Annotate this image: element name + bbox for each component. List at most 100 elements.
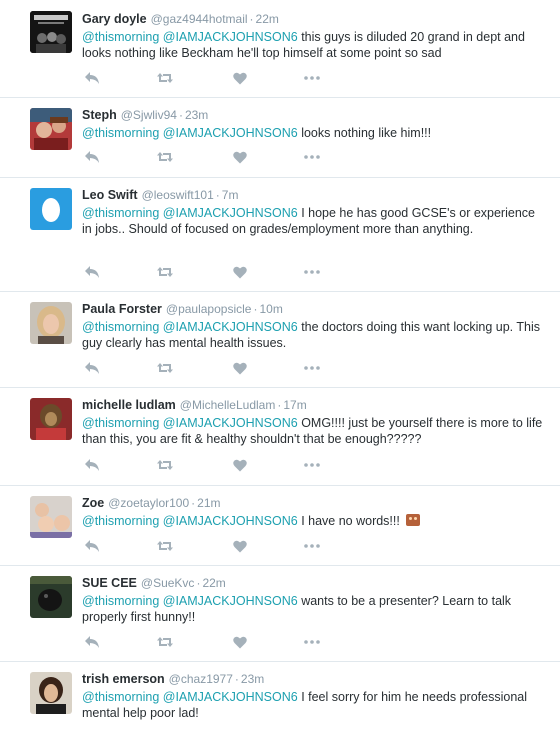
more-dots-icon[interactable] bbox=[302, 148, 322, 166]
reply-icon[interactable] bbox=[82, 456, 102, 474]
separator-dot: · bbox=[277, 398, 282, 412]
reply-icon[interactable] bbox=[82, 359, 102, 377]
more-dots-icon[interactable] bbox=[302, 456, 322, 474]
author-handle[interactable]: @MichelleLudlam bbox=[180, 398, 276, 412]
tweet-actions bbox=[82, 148, 332, 166]
heart-icon[interactable] bbox=[230, 263, 250, 281]
retweet-icon[interactable] bbox=[155, 456, 175, 474]
tweet-text: @thismorning @IAMJACKJOHNSON6 I feel sor… bbox=[82, 689, 548, 721]
author-name[interactable]: trish emerson bbox=[82, 672, 165, 686]
mention-links[interactable]: @thismorning @IAMJACKJOHNSON6 bbox=[82, 514, 298, 528]
avatar[interactable] bbox=[30, 188, 72, 230]
avatar[interactable] bbox=[30, 398, 72, 440]
separator-dot: · bbox=[234, 672, 239, 686]
tweet: Leo Swift @leoswift101 · 7m @thismorning @I… bbox=[0, 178, 560, 292]
tweet: Steph @Sjwliv94 · 23m @thismorning @IAMJACK… bbox=[0, 98, 560, 178]
tweet-time[interactable]: 22m bbox=[202, 576, 225, 590]
author-handle[interactable]: @chaz1977 bbox=[169, 672, 233, 686]
avatar[interactable] bbox=[30, 576, 72, 618]
retweet-icon[interactable] bbox=[155, 633, 175, 651]
reply-icon[interactable] bbox=[82, 148, 102, 166]
tweet-text: @thismorning @IAMJACKJOHNSON6 wants to b… bbox=[82, 593, 548, 625]
reply-icon[interactable] bbox=[82, 263, 102, 281]
monkey-emoji-icon bbox=[406, 514, 421, 526]
retweet-icon[interactable] bbox=[155, 537, 175, 555]
author-handle[interactable]: @SueKvc bbox=[141, 576, 195, 590]
author-name[interactable]: Zoe bbox=[82, 496, 104, 510]
heart-icon[interactable] bbox=[230, 633, 250, 651]
more-dots-icon[interactable] bbox=[302, 69, 322, 87]
tweet-text: @thismorning @IAMJACKJOHNSON6 this guys … bbox=[82, 29, 548, 61]
tweet: SUE CEE @SueKvc · 22m @thismorning @IAMJACK… bbox=[0, 566, 560, 662]
reply-icon[interactable] bbox=[82, 537, 102, 555]
separator-dot: · bbox=[178, 108, 183, 122]
tweet-feed: Gary doyle @gaz4944hotmail · 22m @thismorni… bbox=[0, 0, 560, 736]
tweet: Paula Forster @paulapopsicle · 10m @thismor… bbox=[0, 292, 560, 388]
avatar[interactable] bbox=[30, 11, 72, 53]
more-dots-icon[interactable] bbox=[302, 359, 322, 377]
heart-icon[interactable] bbox=[230, 537, 250, 555]
separator-dot: · bbox=[249, 12, 254, 26]
separator-dot: · bbox=[215, 188, 220, 202]
retweet-icon[interactable] bbox=[155, 359, 175, 377]
author-name[interactable]: Gary doyle bbox=[82, 12, 147, 26]
tweet-text: @thismorning @IAMJACKJOHNSON6 I have no … bbox=[82, 513, 548, 529]
separator-dot: · bbox=[191, 496, 196, 510]
reply-icon[interactable] bbox=[82, 69, 102, 87]
author-name[interactable]: Steph bbox=[82, 108, 117, 122]
retweet-icon[interactable] bbox=[155, 263, 175, 281]
more-dots-icon[interactable] bbox=[302, 263, 322, 281]
mention-links[interactable]: @thismorning @IAMJACKJOHNSON6 bbox=[82, 690, 298, 704]
tweet: michelle ludlam @MichelleLudlam · 17m @this… bbox=[0, 388, 560, 486]
tweet-time[interactable]: 21m bbox=[197, 496, 220, 510]
tweet: Gary doyle @gaz4944hotmail · 22m @thismorni… bbox=[0, 0, 560, 98]
author-handle[interactable]: @zoetaylor100 bbox=[108, 496, 189, 510]
reply-icon[interactable] bbox=[82, 633, 102, 651]
more-dots-icon[interactable] bbox=[302, 537, 322, 555]
avatar[interactable] bbox=[30, 496, 72, 538]
author-name[interactable]: SUE CEE bbox=[82, 576, 137, 590]
author-handle[interactable]: @paulapopsicle bbox=[166, 302, 252, 316]
tweet-header: Zoe @zoetaylor100 · 21m bbox=[82, 495, 548, 511]
tweet-time[interactable]: 17m bbox=[283, 398, 306, 412]
tweet-actions bbox=[82, 69, 332, 87]
more-dots-icon[interactable] bbox=[302, 633, 322, 651]
author-name[interactable]: Leo Swift bbox=[82, 188, 138, 202]
tweet-text: @thismorning @IAMJACKJOHNSON6 the doctor… bbox=[82, 319, 548, 351]
tweet-actions bbox=[82, 263, 332, 281]
tweet-header: Steph @Sjwliv94 · 23m bbox=[82, 107, 548, 123]
author-handle[interactable]: @Sjwliv94 bbox=[121, 108, 177, 122]
author-name[interactable]: michelle ludlam bbox=[82, 398, 176, 412]
author-name[interactable]: Paula Forster bbox=[82, 302, 162, 316]
tweet-time[interactable]: 22m bbox=[256, 12, 279, 26]
author-handle[interactable]: @leoswift101 bbox=[142, 188, 214, 202]
avatar[interactable] bbox=[30, 108, 72, 150]
heart-icon[interactable] bbox=[230, 456, 250, 474]
retweet-icon[interactable] bbox=[155, 148, 175, 166]
tweet-text: @thismorning @IAMJACKJOHNSON6 I hope he … bbox=[82, 205, 548, 237]
heart-icon[interactable] bbox=[230, 69, 250, 87]
tweet-actions bbox=[82, 359, 332, 377]
mention-links[interactable]: @thismorning @IAMJACKJOHNSON6 bbox=[82, 126, 298, 140]
avatar[interactable] bbox=[30, 672, 72, 714]
mention-links[interactable]: @thismorning @IAMJACKJOHNSON6 bbox=[82, 416, 298, 430]
tweet-time[interactable]: 23m bbox=[185, 108, 208, 122]
tweet-time[interactable]: 23m bbox=[241, 672, 264, 686]
heart-icon[interactable] bbox=[230, 148, 250, 166]
tweet-body: I have no words!!! bbox=[297, 514, 404, 528]
mention-links[interactable]: @thismorning @IAMJACKJOHNSON6 bbox=[82, 320, 298, 334]
avatar[interactable] bbox=[30, 302, 72, 344]
author-handle[interactable]: @gaz4944hotmail bbox=[151, 12, 248, 26]
mention-links[interactable]: @thismorning @IAMJACKJOHNSON6 bbox=[82, 594, 298, 608]
tweet-time[interactable]: 7m bbox=[222, 188, 239, 202]
mention-links[interactable]: @thismorning @IAMJACKJOHNSON6 bbox=[82, 206, 298, 220]
mention-links[interactable]: @thismorning @IAMJACKJOHNSON6 bbox=[82, 30, 298, 44]
tweet-header: michelle ludlam @MichelleLudlam · 17m bbox=[82, 397, 548, 413]
tweet-actions bbox=[82, 633, 332, 651]
tweet-time[interactable]: 10m bbox=[259, 302, 282, 316]
tweet: Zoe @zoetaylor100 · 21m @thismorning @IAMJA… bbox=[0, 486, 560, 566]
retweet-icon[interactable] bbox=[155, 69, 175, 87]
heart-icon[interactable] bbox=[230, 359, 250, 377]
tweet-text: @thismorning @IAMJACKJOHNSON6 OMG!!!! ju… bbox=[82, 415, 548, 447]
tweet-header: Paula Forster @paulapopsicle · 10m bbox=[82, 301, 548, 317]
